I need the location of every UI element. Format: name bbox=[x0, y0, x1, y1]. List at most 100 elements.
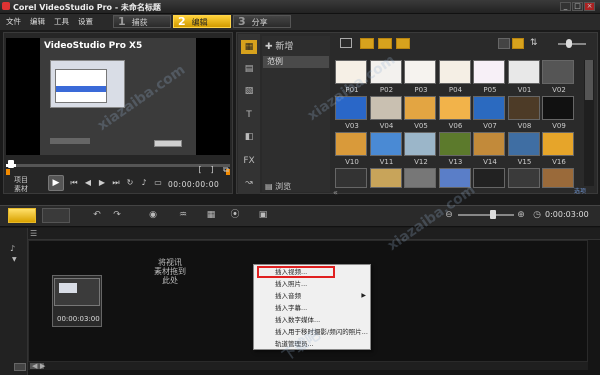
library-thumbnail[interactable]: V16 bbox=[541, 132, 577, 168]
zoom-fit-icon[interactable] bbox=[14, 363, 26, 371]
library-thumbnail[interactable]: V08 bbox=[507, 96, 543, 132]
timecode-display[interactable]: 00:00:00:00 bbox=[168, 180, 219, 189]
next-frame-icon[interactable]: ▶ bbox=[96, 177, 108, 189]
transition-icon[interactable]: ▧ bbox=[241, 84, 257, 98]
undo-icon[interactable]: ↶ bbox=[90, 209, 104, 222]
library-thumbnail[interactable]: V05 bbox=[403, 96, 439, 132]
filter-icon[interactable]: FX bbox=[241, 154, 257, 168]
title-icon[interactable]: T bbox=[241, 108, 257, 122]
library-thumbnail[interactable]: V12 bbox=[403, 132, 439, 168]
thumbnail-image[interactable] bbox=[335, 168, 367, 188]
track-dropdown-icon[interactable]: ▼ bbox=[12, 256, 17, 263]
options-button[interactable]: 选项 bbox=[574, 186, 586, 195]
storyboard-view-button[interactable] bbox=[8, 208, 36, 223]
library-thumbnail[interactable]: V07 bbox=[472, 96, 508, 132]
timeline-view-button[interactable] bbox=[42, 208, 70, 223]
library-thumbnail[interactable]: P03 bbox=[403, 60, 439, 96]
zoom-in-icon[interactable]: ⊕ bbox=[514, 209, 528, 222]
track-list-icon[interactable]: ☰ bbox=[30, 229, 37, 238]
scroll-left-icon[interactable]: ◀ bbox=[32, 362, 37, 370]
trim-start-marker[interactable] bbox=[6, 169, 10, 175]
library-thumbnail[interactable]: V04 bbox=[369, 96, 405, 132]
context-menu-item[interactable]: 插入字幕... bbox=[254, 303, 370, 313]
maximize-button[interactable]: □ bbox=[572, 2, 583, 11]
library-thumbnail[interactable]: P05 bbox=[472, 60, 508, 96]
repeat-icon[interactable]: ↻ bbox=[124, 177, 136, 189]
menu-file[interactable]: 文件 bbox=[6, 16, 21, 27]
collapse-library-icon[interactable]: « bbox=[333, 188, 338, 197]
step-edit[interactable]: 2 编辑 bbox=[173, 15, 231, 28]
context-menu-item[interactable]: 插入音频 ▶ bbox=[254, 291, 370, 301]
clip-mode-label[interactable]: 素材 bbox=[14, 184, 28, 194]
subtitle-editor-icon[interactable]: ▣ bbox=[256, 209, 270, 222]
timeline-ruler[interactable] bbox=[28, 228, 600, 240]
thumbnail-image[interactable] bbox=[542, 168, 574, 188]
thumbnail-size-knob[interactable] bbox=[566, 39, 572, 48]
step-capture[interactable]: 1 捕获 bbox=[113, 15, 171, 28]
thumbnail-size-slider[interactable] bbox=[558, 43, 586, 45]
mark-out-icon[interactable]: ] bbox=[206, 164, 218, 176]
library-thumbnail[interactable]: V02 bbox=[541, 60, 577, 96]
step-share[interactable]: 3 分享 bbox=[233, 15, 291, 28]
clip-thumbnail[interactable] bbox=[54, 278, 100, 306]
previous-frame-icon[interactable]: ◀ bbox=[82, 177, 94, 189]
instant-project-icon[interactable]: ▤ bbox=[241, 62, 257, 76]
audio-mixer-icon[interactable]: ♒ bbox=[176, 209, 190, 222]
fit-project-icon[interactable]: ◷ bbox=[530, 209, 544, 222]
thumbnail-image[interactable] bbox=[404, 168, 436, 188]
scroll-right-icon[interactable]: ▶ bbox=[40, 362, 45, 370]
library-thumbnail[interactable]: V11 bbox=[369, 132, 405, 168]
path-icon[interactable]: ↝ bbox=[241, 176, 257, 190]
menu-settings[interactable]: 设置 bbox=[78, 16, 93, 27]
library-scrollbar[interactable] bbox=[584, 60, 594, 186]
audio-wave-icon[interactable]: ♪ bbox=[10, 244, 15, 253]
thumbnail-image[interactable] bbox=[473, 168, 505, 188]
hd-icon[interactable]: ▭ bbox=[152, 177, 164, 189]
menu-edit[interactable]: 编辑 bbox=[30, 16, 45, 27]
library-thumbnail[interactable]: V15 bbox=[507, 132, 543, 168]
motion-track-icon[interactable]: ⦿ bbox=[228, 209, 242, 222]
timeline-scrollbar[interactable] bbox=[28, 362, 588, 370]
zoom-slider-knob[interactable] bbox=[490, 210, 496, 219]
sort-icon[interactable]: ⇅ bbox=[530, 38, 538, 48]
thumbnail-view-icon[interactable] bbox=[512, 38, 524, 49]
home-icon[interactable]: ⏮ bbox=[68, 177, 80, 189]
thumbnail-image bbox=[369, 132, 402, 156]
close-button[interactable]: × bbox=[584, 2, 595, 11]
context-menu-item[interactable]: 插入照片... bbox=[254, 279, 370, 289]
redo-icon[interactable]: ↷ bbox=[110, 209, 124, 222]
list-view-icon[interactable] bbox=[498, 38, 510, 49]
library-thumbnail[interactable]: P04 bbox=[438, 60, 474, 96]
library-thumbnail[interactable]: V01 bbox=[507, 60, 543, 96]
copy-icon[interactable]: ⧉ bbox=[220, 164, 232, 176]
thumbnail-image bbox=[404, 132, 436, 156]
zoom-slider[interactable] bbox=[458, 214, 514, 216]
show-photo-icon[interactable] bbox=[378, 38, 392, 49]
end-icon[interactable]: ⏭ bbox=[110, 177, 122, 189]
scrubber-handle[interactable] bbox=[8, 160, 14, 168]
menu-tools[interactable]: 工具 bbox=[54, 16, 69, 27]
record-capture-icon[interactable]: ◉ bbox=[146, 209, 160, 222]
show-video-icon[interactable] bbox=[360, 38, 374, 49]
library-thumbnail[interactable]: V13 bbox=[438, 132, 474, 168]
add-folder-button[interactable]: ✚ 新增 bbox=[265, 39, 293, 52]
folder-item-samples[interactable]: 范例 bbox=[263, 56, 329, 68]
play-button[interactable]: ▶ bbox=[48, 175, 64, 191]
library-scrollbar-thumb[interactable] bbox=[585, 60, 593, 100]
library-thumbnail[interactable]: V14 bbox=[472, 132, 508, 168]
graphic-icon[interactable]: ◧ bbox=[241, 130, 257, 144]
library-thumbnail[interactable]: V06 bbox=[438, 96, 474, 132]
browse-button[interactable]: ▤ 浏览 bbox=[265, 181, 291, 192]
library-thumbnail[interactable]: V09 bbox=[541, 96, 577, 132]
thumbnail-image[interactable] bbox=[507, 168, 540, 188]
auto-music-icon[interactable]: ▦ bbox=[204, 209, 218, 222]
mark-in-icon[interactable]: [ bbox=[194, 164, 206, 176]
media-category-icon[interactable]: ▦ bbox=[241, 40, 257, 54]
volume-icon[interactable]: ♪ bbox=[138, 177, 150, 189]
import-folder-icon[interactable] bbox=[340, 38, 352, 48]
show-audio-icon[interactable] bbox=[396, 38, 410, 49]
preview-list bbox=[55, 69, 107, 103]
library-thumbnail[interactable]: V10 bbox=[334, 132, 370, 168]
minimize-button[interactable]: _ bbox=[560, 2, 571, 11]
thumbnail-image[interactable] bbox=[369, 168, 402, 188]
